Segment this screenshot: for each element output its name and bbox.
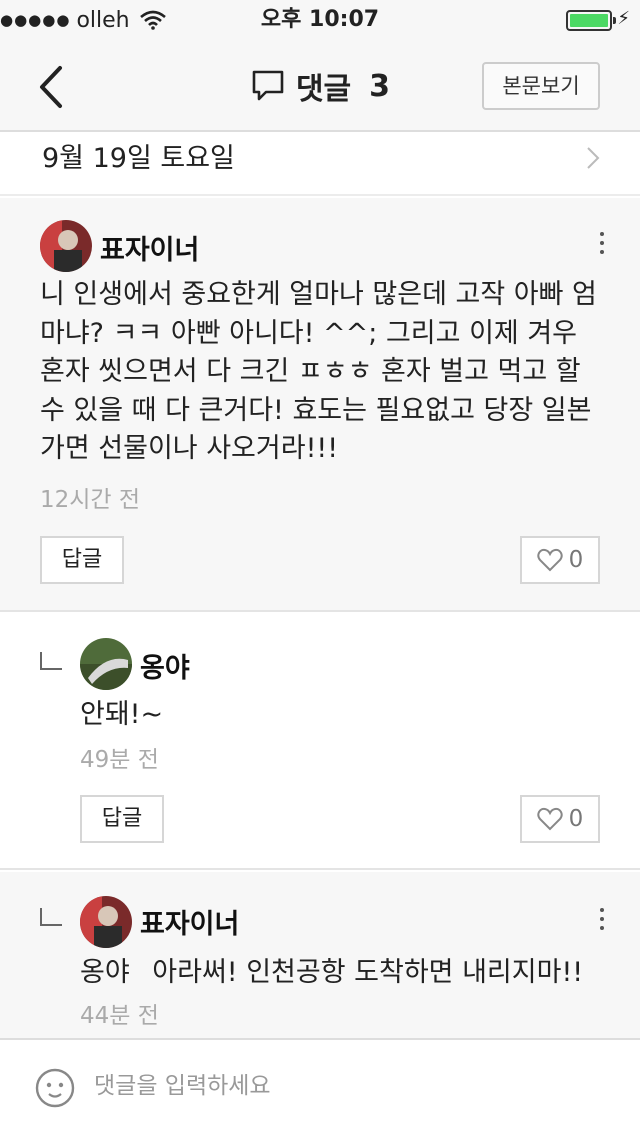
status-time: 오후 10:07	[260, 7, 380, 32]
post-date: 9월 19일 토요일	[42, 143, 235, 174]
like-count: 0	[568, 547, 584, 573]
reply-button[interactable]: 답글	[80, 795, 164, 843]
comment-text-row: 옹야 아라써! 인천공항 도착하면 내리지마!!	[80, 954, 620, 993]
reply-indicator-icon	[40, 652, 62, 670]
nav-bar: 댓글 3 본문보기	[0, 40, 640, 132]
comment-item: 표자이너 니 인생에서 중요한게 얼마나 많은데 고작 아빠 엄마냐? ㅋㅋ 아…	[0, 198, 640, 612]
comment-author[interactable]: 옹야	[140, 646, 190, 685]
emoticon-button[interactable]	[34, 1067, 76, 1109]
smiley-icon	[35, 1068, 75, 1108]
heart-icon	[537, 548, 563, 572]
more-options-icon[interactable]	[598, 908, 606, 935]
comment-input[interactable]	[94, 1066, 594, 1106]
comment-text: 안돼!~	[80, 699, 164, 730]
comment-bubble-icon	[252, 70, 284, 101]
avatar	[80, 896, 132, 948]
comment-time: 12시간 전	[40, 487, 141, 513]
view-post-button[interactable]: 본문보기	[482, 62, 600, 110]
battery-icon	[566, 10, 616, 31]
status-bar: ●●●●● olleh 오후 10:07 ⚡	[0, 0, 640, 40]
reply-indicator-icon	[40, 908, 62, 926]
more-options-icon[interactable]	[598, 232, 606, 259]
reply-item: 표자이너 옹야 아라써! 인천공항 도착하면 내리지마!! 44분 전	[0, 872, 640, 1038]
chevron-right-icon	[587, 147, 600, 169]
like-button[interactable]: 0	[520, 795, 600, 843]
comment-input-bar	[0, 1038, 640, 1136]
post-date-row[interactable]: 9월 19일 토요일	[0, 134, 640, 196]
mention-tag[interactable]: 옹야	[80, 957, 130, 988]
avatar	[40, 220, 92, 272]
avatar	[80, 638, 132, 690]
comment-author[interactable]: 표자이너	[100, 228, 199, 267]
comment-author[interactable]: 표자이너	[140, 902, 239, 941]
reply-item: 옹야 안돼!~ 49분 전 답글 0	[0, 614, 640, 870]
like-button[interactable]: 0	[520, 536, 600, 584]
comment-count: 3	[369, 68, 391, 104]
comment-time: 44분 전	[80, 1003, 159, 1029]
reply-button[interactable]: 답글	[40, 536, 124, 584]
like-count: 0	[568, 806, 584, 832]
comment-time: 49분 전	[80, 747, 159, 773]
title-label: 댓글	[295, 72, 352, 107]
comment-text: 니 인생에서 중요한게 얼마나 많은데 고작 아빠 엄마냐? ㅋㅋ 아빤 아니다…	[40, 279, 597, 464]
charging-icon: ⚡	[617, 8, 630, 29]
heart-icon	[537, 807, 563, 831]
comment-text: 아라써! 인천공항 도착하면 내리지마!!	[152, 957, 584, 988]
